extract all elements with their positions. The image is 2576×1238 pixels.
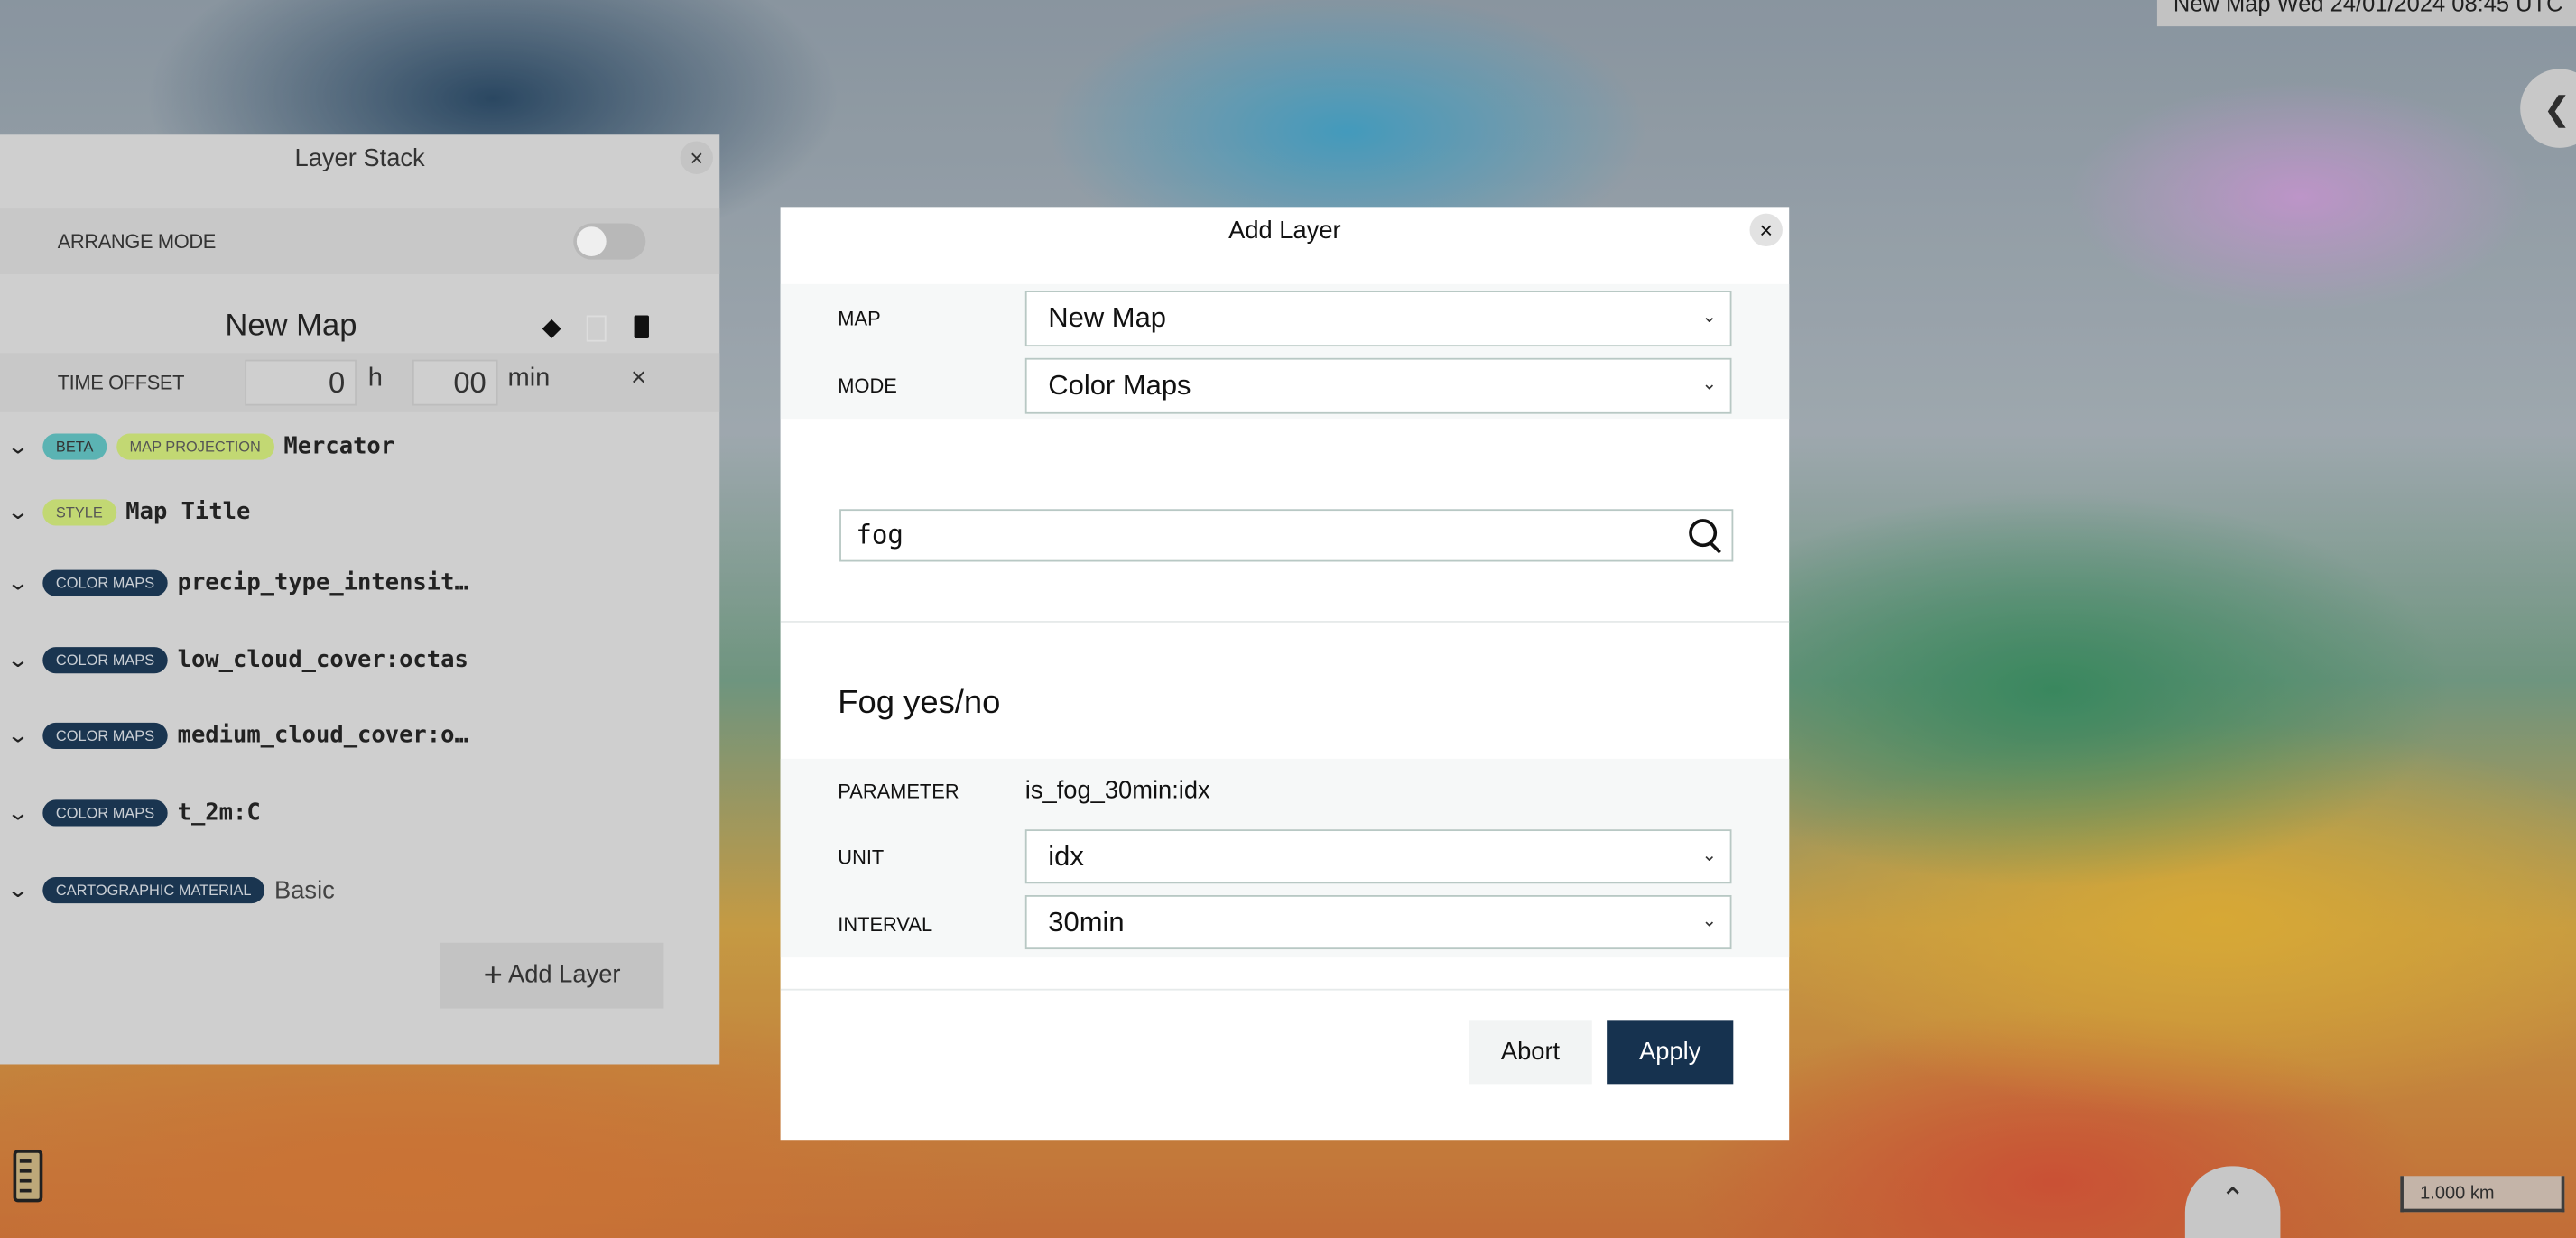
arrange-mode-label: ARRANGE MODE — [57, 229, 217, 254]
interval-label: INTERVAL — [838, 913, 933, 937]
chevron-down-icon: ⌄ — [1701, 307, 1718, 328]
close-icon[interactable]: × — [1749, 213, 1783, 247]
layer-name: t_2m:C — [177, 799, 261, 827]
arrange-mode-toggle[interactable] — [573, 223, 646, 260]
hours-input[interactable]: 0 — [245, 359, 357, 406]
minutes-unit: min — [507, 365, 551, 393]
map-name: New Map — [225, 309, 357, 344]
panel-title: Layer Stack — [294, 144, 425, 173]
search-value: fog — [856, 519, 903, 550]
time-offset-row: TIME OFFSET 0 h 00 min × — [0, 353, 720, 412]
map-label: MAP — [838, 307, 881, 330]
plus-icon: + — [483, 957, 503, 994]
arrange-mode-row: ARRANGE MODE — [0, 208, 720, 274]
layer-item[interactable]: ⌄ CARTOGRAPHIC MATERIAL Basic — [6, 871, 335, 910]
chevron-down-icon: ⌄ — [1701, 911, 1718, 932]
layers-icon[interactable]: ◆ — [542, 312, 561, 342]
layer-name: Map Title — [125, 499, 251, 526]
layer-tag: COLOR MAPS — [42, 799, 168, 827]
search-input[interactable]: fog — [839, 509, 1734, 562]
layer-tag: COLOR MAPS — [42, 647, 168, 674]
map-select-value: New Map — [1048, 301, 1167, 334]
chevron-down-icon[interactable]: ⌄ — [6, 877, 36, 903]
chevron-down-icon[interactable]: ⌄ — [6, 723, 36, 749]
layer-name: medium_cloud_cover:o… — [177, 722, 468, 750]
minutes-input[interactable]: 00 — [412, 359, 498, 406]
layer-tag: BETA — [42, 433, 107, 460]
layer-tag: STYLE — [42, 499, 116, 526]
unit-label: UNIT — [838, 845, 885, 869]
interval-select-value: 30min — [1048, 906, 1125, 938]
time-offset-label: TIME OFFSET — [57, 371, 185, 394]
chevron-down-icon[interactable]: ⌄ — [6, 647, 36, 673]
unit-select-value: idx — [1048, 840, 1084, 873]
chevron-down-icon[interactable]: ⌄ — [6, 499, 36, 525]
mode-select[interactable]: Color Maps ⌄ — [1024, 357, 1732, 414]
divider — [780, 988, 1790, 991]
add-layer-button[interactable]: + Add Layer — [440, 942, 664, 1009]
search-icon[interactable] — [1689, 519, 1718, 548]
layer-tag: MAP PROJECTION — [116, 433, 274, 460]
layer-tag: COLOR MAPS — [42, 569, 168, 596]
interval-select[interactable]: 30min ⌄ — [1024, 895, 1732, 950]
layer-item[interactable]: ⌄ COLOR MAPS medium_cloud_cover:o… — [6, 716, 468, 756]
unit-select[interactable]: idx ⌄ — [1024, 829, 1732, 884]
layer-stack-panel: Layer Stack × ARRANGE MODE New Map ◆ TIM… — [0, 134, 720, 1065]
hours-unit: h — [367, 365, 383, 393]
layer-item[interactable]: ⌄ COLOR MAPS t_2m:C — [6, 793, 261, 833]
chevron-down-icon[interactable]: ⌄ — [6, 799, 36, 826]
map-mode-section: MAP New Map ⌄ MODE Color Maps ⌄ — [780, 283, 1790, 420]
dialog-title: Add Layer — [1228, 217, 1341, 245]
result-title: Fog yes/no — [838, 685, 1001, 722]
divider — [780, 621, 1790, 623]
layer-item[interactable]: ⌄ COLOR MAPS low_cloud_cover:octas — [6, 641, 468, 680]
add-layer-dialog: Add Layer × MAP New Map ⌄ MODE Color Maps… — [780, 207, 1790, 1141]
layer-name: Mercator — [283, 433, 395, 460]
trash-icon[interactable] — [634, 315, 649, 338]
clipboard-icon[interactable] — [586, 315, 607, 342]
layer-tag: COLOR MAPS — [42, 722, 168, 750]
parameter-label: PARAMETER — [838, 780, 959, 804]
chevron-down-icon: ⌄ — [1701, 845, 1718, 866]
layer-item[interactable]: ⌄ BETA MAP PROJECTION Mercator — [6, 427, 395, 467]
mode-select-value: Color Maps — [1048, 369, 1191, 402]
layer-name: low_cloud_cover:octas — [177, 647, 468, 674]
abort-button[interactable]: Abort — [1469, 1020, 1592, 1085]
layer-item[interactable]: ⌄ COLOR MAPS precip_type_intensit… — [6, 563, 468, 603]
close-icon[interactable]: × — [680, 141, 713, 174]
chevron-down-icon: ⌄ — [1701, 374, 1718, 394]
mode-label: MODE — [838, 374, 897, 398]
parameter-section: PARAMETER is_fog_30min:idx UNIT idx ⌄ INT… — [780, 758, 1790, 958]
chevron-down-icon[interactable]: ⌄ — [6, 434, 36, 460]
map-select[interactable]: New Map ⌄ — [1024, 291, 1732, 347]
parameter-value: is_fog_30min:idx — [1024, 776, 1210, 805]
layer-name: Basic — [274, 876, 335, 905]
add-layer-label: Add Layer — [508, 960, 621, 989]
layer-name: precip_type_intensit… — [177, 569, 468, 596]
layer-item[interactable]: ⌄ STYLE Map Title — [6, 493, 251, 532]
clear-offset-icon[interactable]: × — [631, 365, 646, 394]
layer-tag: CARTOGRAPHIC MATERIAL — [42, 876, 265, 904]
chevron-down-icon[interactable]: ⌄ — [6, 570, 36, 596]
apply-button[interactable]: Apply — [1607, 1020, 1734, 1085]
